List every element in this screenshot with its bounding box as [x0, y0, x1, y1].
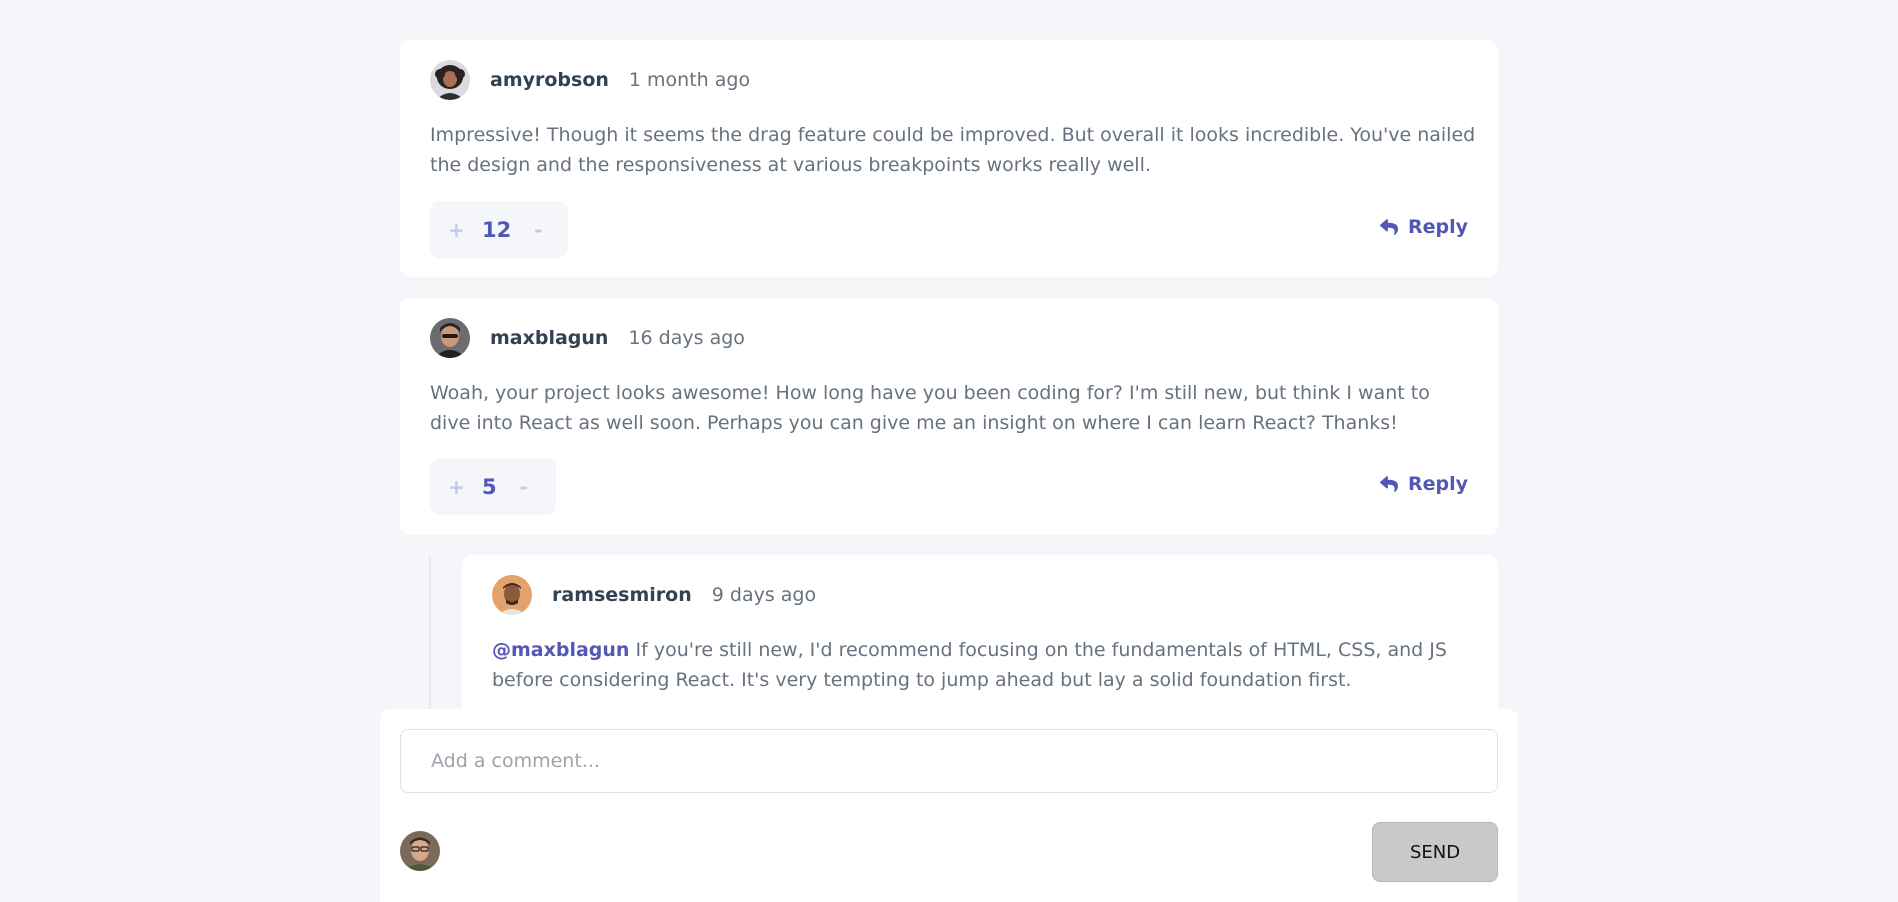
- comment-header: maxblagun 16 days ago: [430, 318, 745, 358]
- reply-arrow-icon: [1379, 218, 1398, 236]
- downvote-button[interactable]: -: [517, 475, 531, 499]
- vote-counter: + 5 -: [430, 458, 556, 515]
- reply-label: Reply: [1407, 473, 1468, 495]
- mention-link[interactable]: @maxblagun: [492, 639, 629, 661]
- comment-card: amyrobson 1 month ago Impressive! Though…: [400, 40, 1498, 277]
- comment-input[interactable]: [400, 729, 1498, 793]
- comments-page: amyrobson 1 month ago Impressive! Though…: [0, 0, 1898, 902]
- reply-button[interactable]: Reply: [1379, 473, 1468, 495]
- add-comment-panel: SEND: [380, 709, 1518, 902]
- comment-timestamp: 1 month ago: [628, 69, 751, 91]
- comment-timestamp: 9 days ago: [711, 584, 817, 606]
- comment-username[interactable]: ramsesmiron: [552, 584, 692, 606]
- comment-card: maxblagun 16 days ago Woah, your project…: [400, 298, 1498, 535]
- vote-score: 12: [482, 217, 512, 242]
- upvote-button[interactable]: +: [448, 475, 465, 499]
- reply-button[interactable]: Reply: [1379, 216, 1468, 238]
- reply-label: Reply: [1407, 216, 1468, 238]
- reply-text: If you're still new, I'd recommend focus…: [492, 639, 1447, 691]
- send-button[interactable]: SEND: [1372, 822, 1498, 882]
- comment-timestamp: 16 days ago: [628, 327, 745, 349]
- avatar-amyrobson-icon[interactable]: [430, 60, 470, 100]
- vote-score: 5: [482, 474, 497, 499]
- avatar-ramsesmiron-icon[interactable]: [492, 575, 532, 615]
- upvote-button[interactable]: +: [448, 218, 465, 242]
- vote-counter: + 12 -: [430, 201, 568, 258]
- comment-header: ramsesmiron 9 days ago: [492, 575, 816, 615]
- comment-username[interactable]: amyrobson: [490, 69, 609, 91]
- comment-text: Impressive! Though it seems the drag fea…: [430, 124, 1476, 176]
- downvote-button[interactable]: -: [531, 218, 545, 242]
- avatar-current-user-icon: [400, 831, 440, 871]
- comment-header: amyrobson 1 month ago: [430, 60, 750, 100]
- reply-arrow-icon: [1379, 475, 1398, 493]
- reply-thread-line: [429, 555, 431, 715]
- comment-text: @maxblagun If you're still new, I'd reco…: [492, 635, 1452, 695]
- comment-text: Woah, your project looks awesome! How lo…: [430, 382, 1430, 434]
- comment-username[interactable]: maxblagun: [490, 327, 608, 349]
- avatar-maxblagun-icon[interactable]: [430, 318, 470, 358]
